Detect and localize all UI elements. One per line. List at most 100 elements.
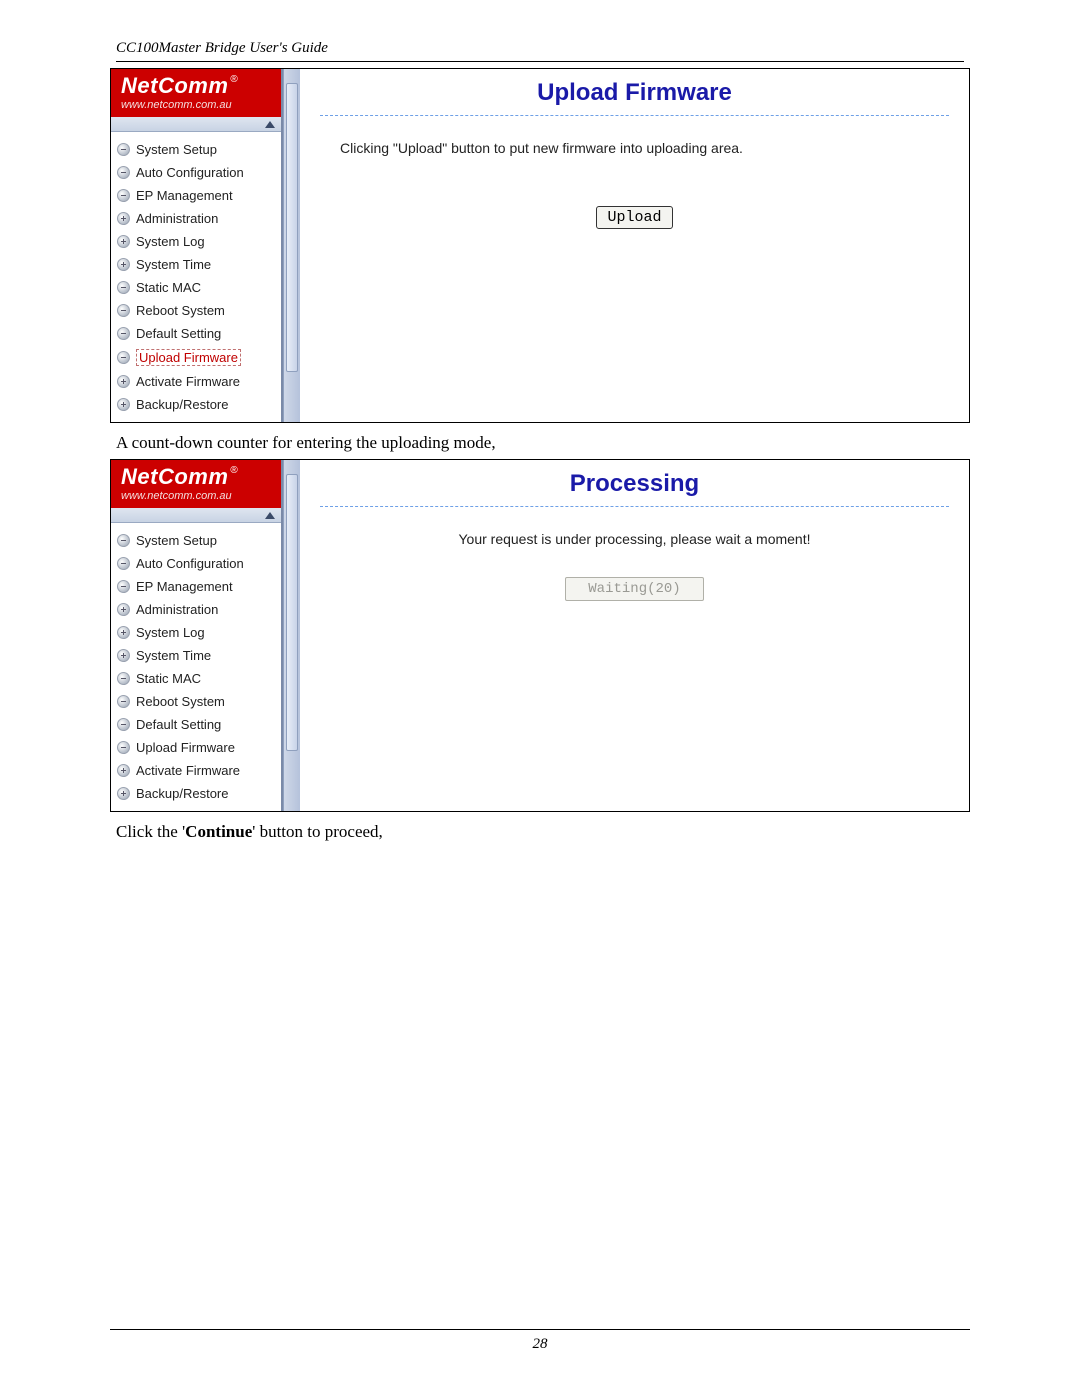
collapse-icon[interactable] [117,143,130,156]
sidebar-item-label: Auto Configuration [136,165,244,180]
sidebar-item-system-log[interactable]: System Log [115,230,277,253]
sidebar-item-label: Default Setting [136,717,221,732]
expand-icon[interactable] [117,764,130,777]
sidebar-item-system-time[interactable]: System Time [115,644,277,667]
sidebar-item-administration[interactable]: Administration [115,207,277,230]
sidebar-item-label: Default Setting [136,326,221,341]
sidebar-item-ep-management[interactable]: EP Management [115,184,277,207]
sidebar-item-reboot-system[interactable]: Reboot System [115,690,277,713]
expand-icon[interactable] [117,787,130,800]
expand-icon[interactable] [117,649,130,662]
sidebar-item-label: Backup/Restore [136,786,229,801]
sidebar-item-auto-configuration[interactable]: Auto Configuration [115,552,277,575]
scrollbar[interactable] [283,69,300,422]
sidebar-item-system-setup[interactable]: System Setup [115,138,277,161]
page-number: 28 [110,1336,970,1353]
sidebar-item-system-time[interactable]: System Time [115,253,277,276]
sidebar-item-label: Administration [136,211,218,226]
sidebar-item-activate-firmware[interactable]: Activate Firmware [115,370,277,393]
collapse-icon[interactable] [117,351,130,364]
sidebar-item-static-mac[interactable]: Static MAC [115,667,277,690]
sidebar-nav: System Setup Auto Configuration EP Managem… [111,523,281,811]
instruction-text: Your request is under processing, please… [320,531,949,547]
waiting-button: Waiting(20) [565,577,703,601]
sidebar-item-upload-firmware[interactable]: Upload Firmware [115,736,277,759]
scrollbar-thumb[interactable] [286,83,298,372]
sidebar-item-label: EP Management [136,579,233,594]
scroll-up-icon[interactable] [265,121,275,128]
sidebar-item-label: Reboot System [136,694,225,709]
collapse-icon[interactable] [117,189,130,202]
collapse-icon[interactable] [117,166,130,179]
footer-rule [110,1329,970,1330]
logo-text: NetComm [121,75,228,97]
sidebar-item-upload-firmware[interactable]: Upload Firmware [115,345,277,370]
logo-registered: ® [230,75,238,85]
sidebar-item-label: Administration [136,602,218,617]
scrollbar[interactable] [283,460,300,811]
sidebar-item-reboot-system[interactable]: Reboot System [115,299,277,322]
collapse-icon[interactable] [117,672,130,685]
sidebar-item-backup-restore[interactable]: Backup/Restore [115,782,277,805]
sidebar-item-label: Activate Firmware [136,763,240,778]
sidebar-item-label: System Setup [136,533,217,548]
collapse-icon[interactable] [117,695,130,708]
logo: NetComm ® www.netcomm.com.au [111,460,281,508]
sidebar-item-label: System Log [136,234,205,249]
instruction-text: Clicking "Upload" button to put new firm… [340,140,949,156]
sidebar-item-default-setting[interactable]: Default Setting [115,322,277,345]
collapse-icon[interactable] [117,718,130,731]
sidebar-item-backup-restore[interactable]: Backup/Restore [115,393,277,416]
sidebar-topbar [111,117,281,132]
scroll-up-icon[interactable] [265,512,275,519]
sidebar-item-auto-configuration[interactable]: Auto Configuration [115,161,277,184]
collapse-icon[interactable] [117,304,130,317]
sidebar-item-label: Reboot System [136,303,225,318]
sidebar-item-label: System Log [136,625,205,640]
sidebar-item-system-setup[interactable]: System Setup [115,529,277,552]
sidebar-item-system-log[interactable]: System Log [115,621,277,644]
expand-icon[interactable] [117,626,130,639]
sidebar-item-label: Activate Firmware [136,374,240,389]
page-footer: 28 [110,1329,970,1353]
sidebar-nav: System Setup Auto Configuration EP Managem… [111,132,281,422]
caption-2: Click the 'Continue' button to proceed, [116,822,970,842]
sidebar-item-activate-firmware[interactable]: Activate Firmware [115,759,277,782]
sidebar-item-label: System Setup [136,142,217,157]
collapse-icon[interactable] [117,580,130,593]
sidebar-item-label: Upload Firmware [136,349,241,366]
page-title: Upload Firmware [320,79,949,116]
logo: NetComm ® www.netcomm.com.au [111,69,281,117]
collapse-icon[interactable] [117,327,130,340]
page-title: Processing [320,470,949,507]
collapse-icon[interactable] [117,741,130,754]
sidebar-item-label: Static MAC [136,671,201,686]
screenshot-upload-firmware: NetComm ® www.netcomm.com.au System Setu… [110,68,970,423]
sidebar-item-default-setting[interactable]: Default Setting [115,713,277,736]
collapse-icon[interactable] [117,534,130,547]
sidebar-item-label: System Time [136,648,211,663]
expand-icon[interactable] [117,398,130,411]
sidebar-item-ep-management[interactable]: EP Management [115,575,277,598]
scrollbar-thumb[interactable] [286,474,298,751]
expand-icon[interactable] [117,603,130,616]
screenshot-processing: NetComm ® www.netcomm.com.au System Setu… [110,459,970,812]
sidebar-item-label: System Time [136,257,211,272]
sidebar-item-label: Auto Configuration [136,556,244,571]
collapse-icon[interactable] [117,281,130,294]
caption-1: A count-down counter for entering the up… [116,433,970,453]
expand-icon[interactable] [117,375,130,388]
upload-button[interactable]: Upload [596,206,672,229]
caption-2-pre: Click the ' [116,822,185,841]
collapse-icon[interactable] [117,557,130,570]
caption-2-post: ' button to proceed, [252,822,383,841]
sidebar-column: NetComm ® www.netcomm.com.au System Setu… [111,69,283,422]
sidebar-item-label: EP Management [136,188,233,203]
expand-icon[interactable] [117,212,130,225]
expand-icon[interactable] [117,235,130,248]
sidebar-item-static-mac[interactable]: Static MAC [115,276,277,299]
sidebar-item-administration[interactable]: Administration [115,598,277,621]
sidebar-item-label: Static MAC [136,280,201,295]
doc-header: CC100Master Bridge User's Guide [116,40,964,62]
expand-icon[interactable] [117,258,130,271]
